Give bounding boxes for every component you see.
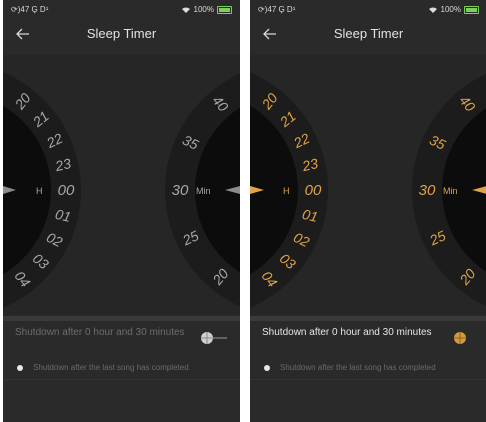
dials-svg: H 202122230001020304 Min 4035302520 xyxy=(250,62,486,315)
hour-unit-label: H xyxy=(36,186,43,196)
wifi-icon xyxy=(181,6,190,13)
phone-screen-active: ⟳)47 G̙ D¹ 100% Sleep Timer H 20 21 22 23 00… xyxy=(250,0,486,422)
status-bar: ⟳)47 G̙ D¹ 100% xyxy=(3,0,240,18)
last-song-option[interactable]: Shutdown after the last song has complet… xyxy=(17,363,230,372)
radio-dot-icon[interactable] xyxy=(264,364,270,371)
page-title: Sleep Timer xyxy=(333,26,404,41)
status-right: 100% xyxy=(428,5,479,14)
minute-label-30: 30 xyxy=(419,182,436,199)
status-left-text: ⟳)47 G̙ D¹ xyxy=(258,5,296,14)
toggle-switch[interactable] xyxy=(198,329,228,347)
minute-label-30: 30 xyxy=(172,182,189,199)
radio-dot-icon[interactable] xyxy=(17,364,23,371)
page-title: Sleep Timer xyxy=(86,26,157,41)
battery-percent: 100% xyxy=(440,5,461,14)
phone-screen-inactive: ⟳)47 G̙ D¹ 100% Sleep Timer H 20 21 22 23 00… xyxy=(3,0,240,422)
last-song-option[interactable]: Shutdown after the last song has complet… xyxy=(264,363,477,372)
dial-area: H 20 21 22 23 00 01 02 03 04 Min 40 35 30 25 20 xyxy=(250,55,486,315)
separator-line xyxy=(250,379,486,380)
dial-area: H 20 21 22 23 00 01 02 03 04 Min 40 35 30 25 20 xyxy=(3,55,240,315)
hour-label-00: 00 xyxy=(305,182,322,199)
toggle-switch[interactable] xyxy=(445,329,475,347)
battery-icon xyxy=(464,5,479,14)
hour-unit-label: H xyxy=(283,186,290,196)
minute-unit-label: Min xyxy=(443,186,458,196)
status-bar: ⟳)47 G̙ D¹ 100% xyxy=(250,0,486,18)
battery-icon xyxy=(217,5,232,14)
separator-line xyxy=(3,379,240,380)
header: Sleep Timer xyxy=(3,18,240,50)
status-right: 100% xyxy=(181,5,232,14)
divider xyxy=(250,316,486,321)
minute-unit-label: Min xyxy=(196,186,211,196)
shutdown-text: Shutdown after 0 hour and 30 minutes xyxy=(262,327,432,338)
minute-dial[interactable]: Min 4035302520 xyxy=(165,62,240,315)
divider xyxy=(3,316,240,321)
hour-dial[interactable]: H 202122230001020304 xyxy=(250,62,328,315)
wifi-icon xyxy=(428,6,437,13)
header: Sleep Timer xyxy=(250,18,486,50)
minute-dial[interactable]: Min 4035302520 xyxy=(412,62,486,315)
option-label: Shutdown after the last song has complet… xyxy=(280,363,436,372)
status-left-text: ⟳)47 G̙ D¹ xyxy=(11,5,49,14)
dials-svg: H 202122230001020304 Min 4035302520 xyxy=(3,62,240,315)
hour-label-00: 00 xyxy=(58,182,75,199)
option-label: Shutdown after the last song has complet… xyxy=(33,363,189,372)
battery-percent: 100% xyxy=(193,5,214,14)
hour-dial[interactable]: H 202122230001020304 xyxy=(3,62,81,315)
shutdown-text: Shutdown after 0 hour and 30 minutes xyxy=(15,327,185,338)
